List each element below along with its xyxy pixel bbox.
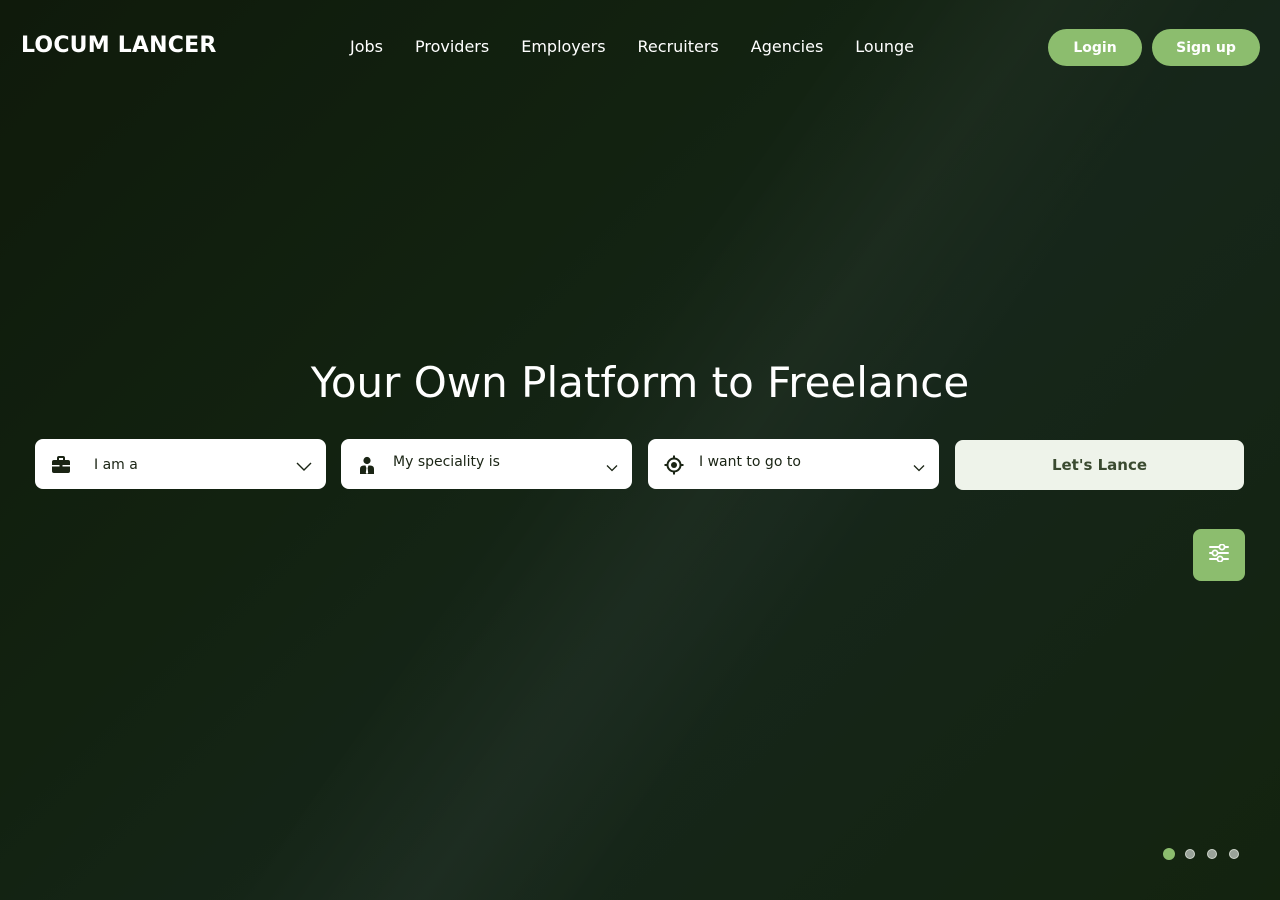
- main-nav: Jobs Providers Employers Recruiters Agen…: [350, 37, 914, 57]
- chevron-down-icon: [913, 457, 925, 476]
- destination-select[interactable]: I want to go to: [648, 439, 939, 489]
- nav-link-providers[interactable]: Providers: [415, 37, 489, 57]
- carousel-dot-3[interactable]: [1207, 849, 1217, 859]
- role-select-label: I am a: [94, 457, 138, 473]
- carousel-dot-4[interactable]: [1229, 849, 1239, 859]
- nav-link-employers[interactable]: Employers: [521, 37, 605, 57]
- sliders-icon: [1209, 543, 1229, 566]
- destination-select-label: I want to go to: [699, 454, 801, 470]
- carousel-dot-2[interactable]: [1185, 849, 1195, 859]
- carousel-dot-1[interactable]: [1163, 848, 1175, 860]
- nav-link-recruiters[interactable]: Recruiters: [638, 37, 719, 57]
- carousel-dots: [1163, 848, 1239, 860]
- nav-link-jobs[interactable]: Jobs: [350, 37, 383, 57]
- chevron-down-icon: [606, 457, 618, 476]
- site-logo[interactable]: LOCUM LANCER: [21, 33, 216, 58]
- filter-button[interactable]: [1193, 529, 1245, 581]
- nav-link-lounge[interactable]: Lounge: [855, 37, 914, 57]
- speciality-select-label: My speciality is: [393, 454, 500, 470]
- doctor-icon: [356, 454, 378, 476]
- login-button[interactable]: Login: [1048, 29, 1142, 66]
- role-select[interactable]: I am a: [35, 439, 326, 489]
- location-target-icon: [663, 454, 685, 476]
- signup-button[interactable]: Sign up: [1152, 29, 1260, 66]
- speciality-select[interactable]: My speciality is: [341, 439, 632, 489]
- briefcase-icon: [50, 454, 72, 476]
- chevron-down-icon: [296, 457, 312, 476]
- nav-link-agencies[interactable]: Agencies: [751, 37, 824, 57]
- lets-lance-button[interactable]: Let's Lance: [955, 440, 1244, 490]
- hero-title: Your Own Platform to Freelance: [310, 358, 970, 407]
